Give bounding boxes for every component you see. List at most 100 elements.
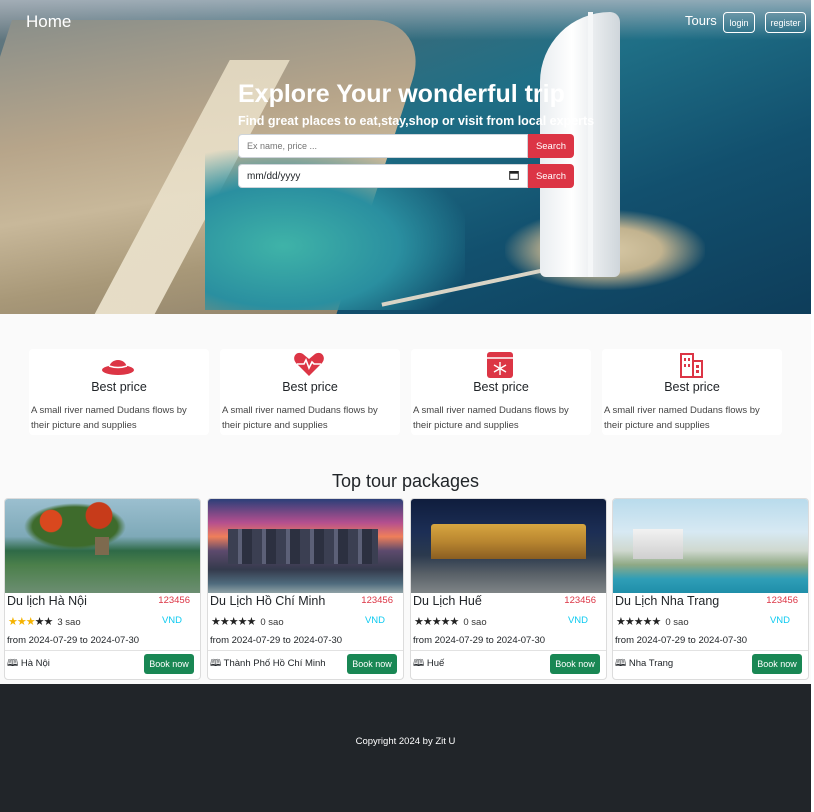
date-from: 2024-07-29: [28, 635, 78, 646]
star-icon: ★: [25, 616, 36, 628]
feature-description: A small river named Dudans flows by thei…: [31, 405, 187, 431]
date-to: 2024-07-30: [293, 635, 343, 646]
location-text: Huế: [426, 658, 445, 669]
search-form: Search: [238, 134, 574, 158]
tour-card[interactable]: Du Lịch Huế 123456 ★★★★★ 0 sao VND from 2…: [410, 498, 607, 680]
tour-price: 123456: [564, 595, 596, 606]
calendar-icon[interactable]: [509, 170, 519, 183]
tour-dates: from 2024-07-29 to 2024-07-30: [210, 635, 342, 646]
star-icon: ★: [633, 616, 644, 628]
hero-title: Explore Your wonderful trip: [238, 80, 565, 108]
date-from: 2024-07-29: [434, 635, 484, 646]
star-icon: ★: [414, 616, 424, 628]
feature-card: Best price A small river named Dudans fl…: [602, 349, 782, 435]
nav-tours-link[interactable]: Tours: [685, 13, 717, 28]
search-input[interactable]: [238, 134, 528, 158]
tour-card[interactable]: Du Lịch Nha Trang 123456 ★★★★★ 0 sao VND …: [612, 498, 809, 680]
star-icon: ★: [449, 616, 460, 628]
date-to: 2024-07-30: [496, 635, 546, 646]
star-icon: ★: [43, 616, 54, 628]
feature-title: Best price: [91, 380, 147, 394]
card-divider: [411, 650, 606, 651]
card-divider: [5, 650, 200, 651]
rating-text: 0 sao: [463, 617, 487, 628]
star-icon: ★: [624, 616, 635, 628]
date-to-sep: to: [282, 635, 291, 646]
building-icon: [674, 351, 708, 378]
card-divider: [613, 650, 808, 651]
tour-currency: VND: [567, 615, 588, 626]
tour-image[interactable]: [208, 499, 403, 593]
tour-currency: VND: [364, 615, 385, 626]
heart-pulse-icon: [292, 351, 326, 377]
map-icon: 🕮: [413, 658, 425, 669]
rating-stars: ★★★★★ 0 sao: [211, 615, 284, 628]
nav-brand-home[interactable]: Home: [26, 12, 71, 32]
section-title: Top tour packages: [331, 471, 480, 491]
book-now-button[interactable]: Book now: [347, 654, 397, 674]
tour-image[interactable]: [411, 499, 606, 593]
tour-card[interactable]: Du lịch Hà Nội 123456 ★★★★★ 3 sao VND fro…: [4, 498, 201, 680]
star-icon: ★: [219, 616, 230, 628]
tour-name[interactable]: Du Lịch Huế: [413, 594, 482, 608]
rating-text: 0 sao: [260, 617, 284, 628]
login-button[interactable]: login: [723, 12, 755, 33]
tour-image[interactable]: [5, 499, 200, 593]
star-icon: ★: [616, 616, 626, 628]
book-now-button[interactable]: Book now: [752, 654, 802, 674]
register-button[interactable]: register: [765, 12, 806, 33]
tour-price: 123456: [361, 595, 393, 606]
map-icon: 🕮: [210, 658, 222, 669]
location-text: Thành Phố Hồ Chí Minh: [223, 658, 326, 669]
star-icon: ★: [422, 616, 433, 628]
tour-name[interactable]: Du Lịch Hồ Chí Minh: [210, 594, 325, 608]
tour-currency: VND: [161, 615, 182, 626]
location-text: Nha Trang: [628, 658, 674, 669]
star-icon: ★: [228, 616, 239, 628]
star-icon: ★: [440, 616, 451, 628]
hat-icon: [101, 351, 135, 377]
date-to-sep: to: [485, 635, 494, 646]
tour-name[interactable]: Du lịch Hà Nội: [7, 594, 87, 608]
tour-dates: from 2024-07-29 to 2024-07-30: [615, 635, 747, 646]
feature-card: Best price A small river named Dudans fl…: [411, 349, 591, 435]
book-now-button[interactable]: Book now: [550, 654, 600, 674]
rating-text: 0 sao: [665, 617, 689, 628]
tour-location: 🕮 Huế: [413, 656, 444, 672]
rating-text: 3 sao: [57, 617, 81, 628]
feature-description: A small river named Dudans flows by thei…: [413, 405, 569, 431]
star-icon: ★: [34, 616, 45, 628]
tour-location: 🕮 Thành Phố Hồ Chí Minh: [210, 656, 326, 672]
feature-title: Best price: [473, 380, 529, 394]
date-to-sep: to: [687, 635, 696, 646]
book-now-button[interactable]: Book now: [144, 654, 194, 674]
feature-card: Best price A small river named Dudans fl…: [220, 349, 400, 435]
hero-subtitle: Find great places to eat,stay,shop or vi…: [238, 114, 595, 128]
star-icon: ★: [8, 616, 18, 628]
date-to-sep: to: [79, 635, 88, 646]
date-search-button[interactable]: Search: [528, 164, 574, 188]
footer: [0, 684, 811, 812]
snowflake-box-icon: [483, 351, 517, 378]
tour-dates: from 2024-07-29 to 2024-07-30: [413, 635, 545, 646]
feature-description: A small river named Dudans flows by thei…: [604, 405, 760, 431]
date-to: 2024-07-30: [698, 635, 748, 646]
date-from-prefix: from: [7, 635, 26, 646]
feature-title: Best price: [664, 380, 720, 394]
star-icon: ★: [642, 616, 653, 628]
date-search-form: mm/dd/yyyy Search: [238, 164, 574, 188]
date-from-prefix: from: [615, 635, 634, 646]
tour-name[interactable]: Du Lịch Nha Trang: [615, 594, 719, 608]
tour-currency: VND: [769, 615, 790, 626]
tour-image[interactable]: [613, 499, 808, 593]
date-input[interactable]: mm/dd/yyyy: [238, 164, 528, 188]
star-icon: ★: [651, 616, 662, 628]
feature-description: A small river named Dudans flows by thei…: [222, 405, 378, 431]
search-button[interactable]: Search: [528, 134, 574, 158]
date-from-prefix: from: [413, 635, 432, 646]
tour-card[interactable]: Du Lịch Hồ Chí Minh 123456 ★★★★★ 0 sao VN…: [207, 498, 404, 680]
map-icon: 🕮: [7, 658, 19, 669]
rating-stars: ★★★★★ 3 sao: [8, 615, 81, 628]
tour-location: 🕮 Nha Trang: [615, 656, 673, 672]
card-divider: [208, 650, 403, 651]
